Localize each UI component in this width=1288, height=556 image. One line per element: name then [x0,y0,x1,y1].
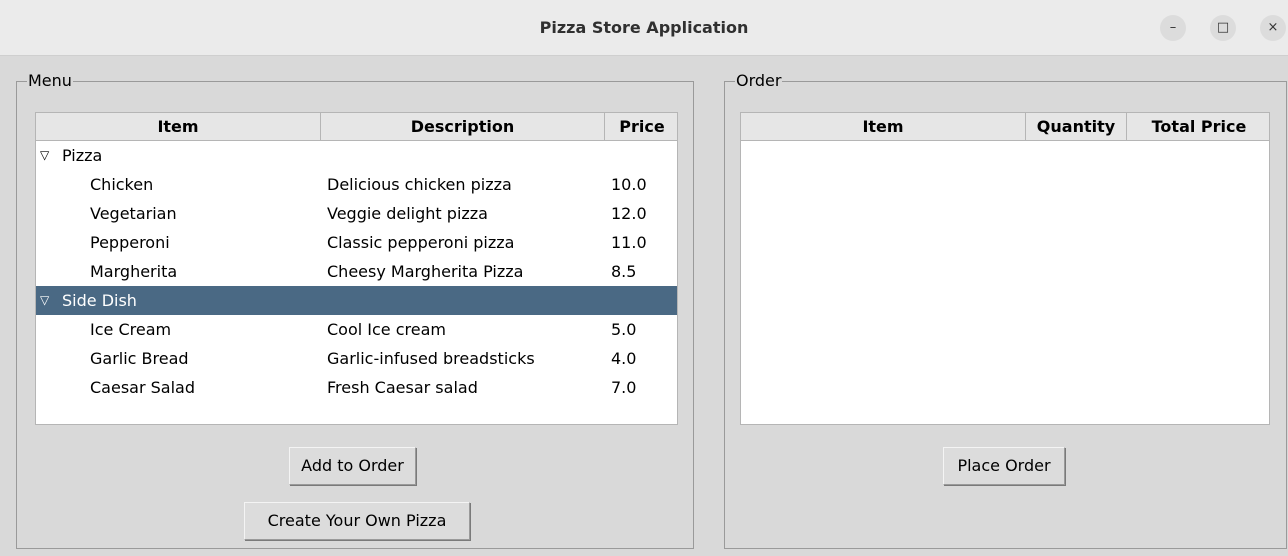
menu-item-description: Cool Ice cream [327,320,446,339]
menu-group-name: Side Dish [62,291,137,310]
menu-item-row[interactable]: Pepperoni Classic pepperoni pizza 11.0 [36,228,677,257]
menu-header-description[interactable]: Description [321,113,605,141]
menu-item-price: 8.5 [611,262,637,281]
menu-group-row[interactable]: ▽ Pizza [36,141,677,170]
menu-item-price: 5.0 [611,320,637,339]
menu-item-name: Pepperoni [90,233,170,252]
menu-item-row[interactable]: Margherita Cheesy Margherita Pizza 8.5 [36,257,677,286]
menu-item-name: Ice Cream [90,320,172,339]
menu-item-row[interactable]: Caesar Salad Fresh Caesar salad 7.0 [36,373,677,402]
close-icon[interactable]: × [1260,15,1286,41]
menu-item-description: Delicious chicken pizza [327,175,512,194]
menu-header-item[interactable]: Item [36,113,321,141]
window-title: Pizza Store Application [539,18,749,37]
menu-group-row[interactable]: ▽ Side Dish [36,286,677,315]
maximize-icon[interactable]: □ [1210,15,1236,41]
expand-arrow-icon[interactable]: ▽ [40,286,49,315]
menu-item-description: Fresh Caesar salad [327,378,478,397]
order-header-total-price[interactable]: Total Price [1127,113,1269,141]
menu-group-name: Pizza [62,146,103,165]
title-bar: Pizza Store Application – □ × [0,0,1288,56]
order-treeview[interactable]: Item Quantity Total Price [740,112,1270,425]
menu-item-description: Veggie delight pizza [327,204,488,223]
minimize-icon[interactable]: – [1160,15,1186,41]
menu-item-row[interactable]: Vegetarian Veggie delight pizza 12.0 [36,199,677,228]
order-frame-label: Order [735,71,783,90]
order-header-item[interactable]: Item [741,113,1026,141]
menu-item-name: Chicken [90,175,154,194]
menu-item-name: Caesar Salad [90,378,195,397]
menu-frame-label: Menu [27,71,73,90]
add-to-order-button[interactable]: Add to Order [289,447,416,485]
menu-item-price: 11.0 [611,233,647,252]
menu-item-price: 7.0 [611,378,637,397]
menu-item-row[interactable]: Garlic Bread Garlic-infused breadsticks 4.… [36,344,677,373]
menu-item-description: Cheesy Margherita Pizza [327,262,524,281]
menu-item-price: 10.0 [611,175,647,194]
expand-arrow-icon[interactable]: ▽ [40,141,49,170]
menu-item-row[interactable]: Ice Cream Cool Ice cream 5.0 [36,315,677,344]
menu-item-price: 4.0 [611,349,637,368]
menu-header-price[interactable]: Price [605,113,677,141]
place-order-button[interactable]: Place Order [943,447,1065,485]
menu-item-name: Vegetarian [90,204,177,223]
menu-treeview[interactable]: Item Description Price ▽ Pizza Chicken Deli… [35,112,678,425]
menu-item-name: Margherita [90,262,178,281]
menu-item-description: Classic pepperoni pizza [327,233,515,252]
menu-item-name: Garlic Bread [90,349,189,368]
menu-item-row[interactable]: Chicken Delicious chicken pizza 10.0 [36,170,677,199]
menu-item-price: 12.0 [611,204,647,223]
menu-item-description: Garlic-infused breadsticks [327,349,535,368]
create-your-own-pizza-button[interactable]: Create Your Own Pizza [244,502,470,540]
order-header-quantity[interactable]: Quantity [1026,113,1127,141]
